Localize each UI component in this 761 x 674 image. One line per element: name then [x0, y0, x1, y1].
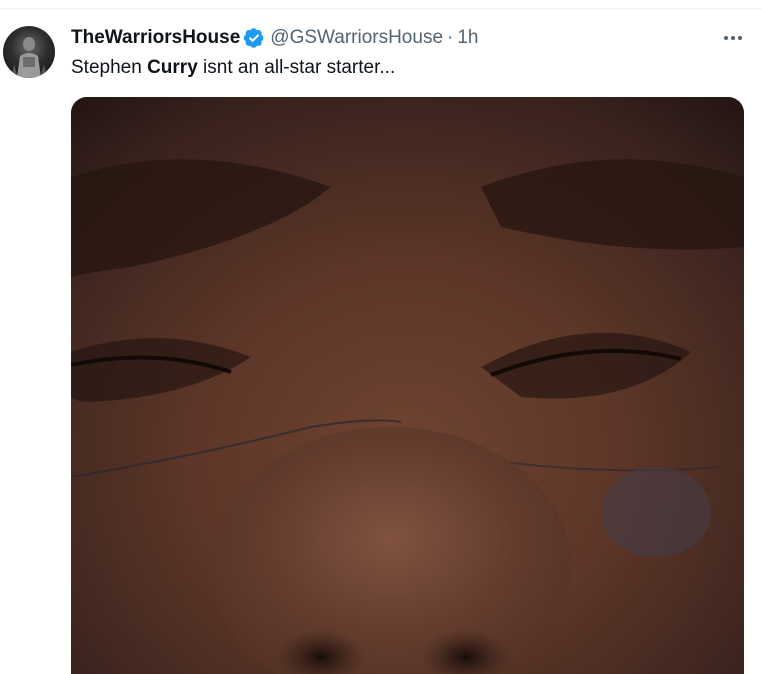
tweet-text-part: isnt an all-star starter... [197, 57, 396, 78]
tweet-text-part: Stephen [71, 57, 148, 78]
more-horizontal-icon [724, 36, 742, 40]
page: TheWarriorsHouse @GSWarriorsHouse · 1h S… [0, 0, 761, 674]
display-name[interactable]: TheWarriorsHouse [71, 26, 240, 50]
tweet-text: Stephen Curry isnt an all-star starter..… [71, 56, 395, 80]
media-photo [71, 97, 744, 674]
tweet-header: TheWarriorsHouse @GSWarriorsHouse · 1h [71, 26, 478, 50]
tweet[interactable]: TheWarriorsHouse @GSWarriorsHouse · 1h S… [0, 9, 761, 674]
avatar-image [11, 37, 47, 78]
avatar[interactable] [3, 26, 55, 78]
timestamp[interactable]: 1h [457, 26, 478, 50]
tweet-media-image[interactable] [71, 97, 744, 674]
tweet-text-bold: Curry [147, 57, 198, 78]
verified-badge-icon[interactable] [243, 27, 265, 49]
more-options-button[interactable] [718, 27, 748, 49]
author-handle[interactable]: @GSWarriorsHouse [270, 26, 443, 50]
separator-dot: · [447, 27, 454, 48]
